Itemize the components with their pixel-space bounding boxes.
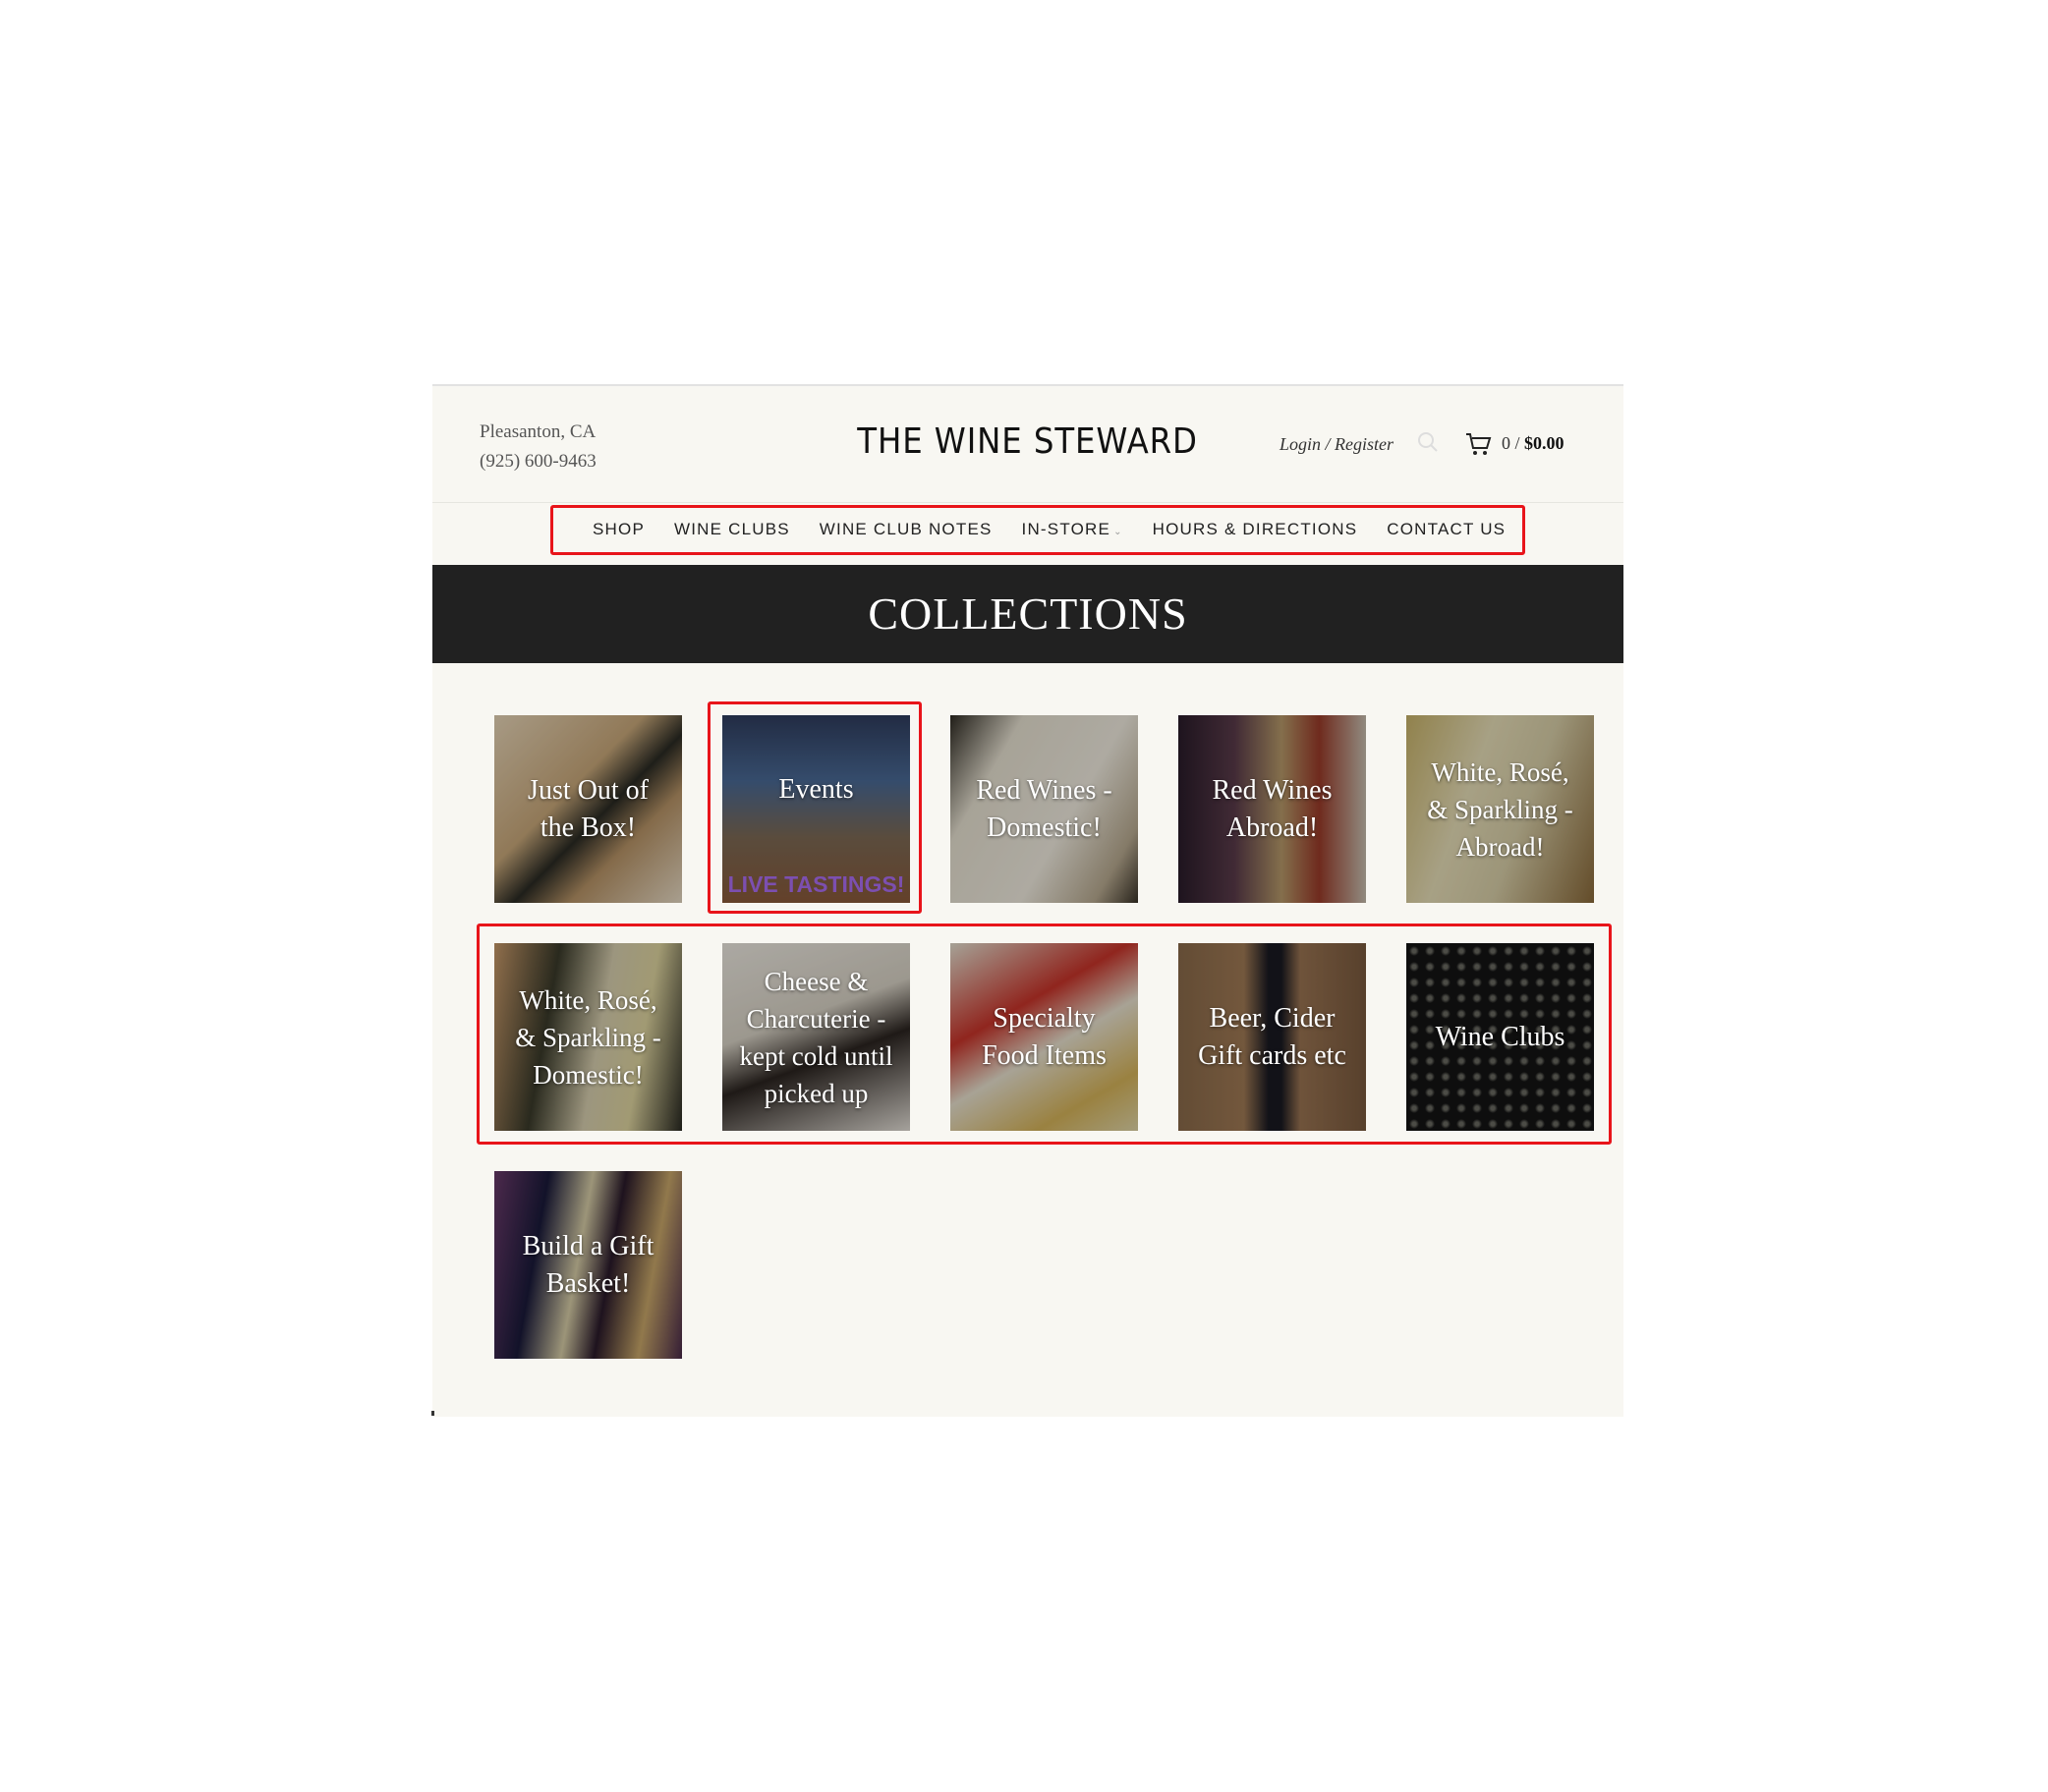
collections-banner: COLLECTIONS (432, 565, 1623, 663)
tile-label: Red Wines Abroad! (1212, 774, 1333, 843)
cart-icon[interactable] (1464, 431, 1492, 457)
cart-count: 0 (1502, 433, 1510, 453)
events-highlight-box (708, 701, 922, 914)
tile-label: Red Wines - Domestic! (976, 774, 1112, 843)
collection-tile-build-a-gift-basket[interactable]: Build a Gift Basket! (494, 1171, 682, 1359)
cart-total: $0.00 (1524, 433, 1564, 453)
logo-text: THE WINE STEWARD (857, 421, 1199, 462)
tile-label: White, Rosé, & Sparkling - Abroad! (1427, 756, 1573, 862)
collection-tile-just-out-of-the-box[interactable]: Just Out of the Box! (494, 715, 682, 903)
page-title: COLLECTIONS (868, 588, 1188, 639)
collection-tile-red-wines-domestic[interactable]: Red Wines - Domestic! (950, 715, 1138, 903)
cart-separator: / (1510, 433, 1525, 453)
site-header: Pleasanton, CA (925) 600-9463 THE WINE S… (432, 386, 1623, 503)
tile-label: Just Out of the Box! (528, 774, 649, 843)
search-icon[interactable] (1417, 431, 1439, 453)
tile-label: Build a Gift Basket! (522, 1230, 654, 1299)
cart-summary[interactable]: 0 / $0.00 (1502, 433, 1564, 454)
collection-tile-red-wines-abroad[interactable]: Red Wines Abroad! (1178, 715, 1366, 903)
nav-highlight-box (550, 505, 1525, 555)
site-logo[interactable]: THE WINE STEWARD (432, 421, 1623, 462)
collection-tile-white-rose-sparkling-abroad[interactable]: White, Rosé, & Sparkling - Abroad! (1406, 715, 1594, 903)
page-corner-mark (431, 1411, 434, 1416)
login-register-link[interactable]: Login / Register (1280, 434, 1394, 455)
row-highlight-box (477, 924, 1612, 1145)
